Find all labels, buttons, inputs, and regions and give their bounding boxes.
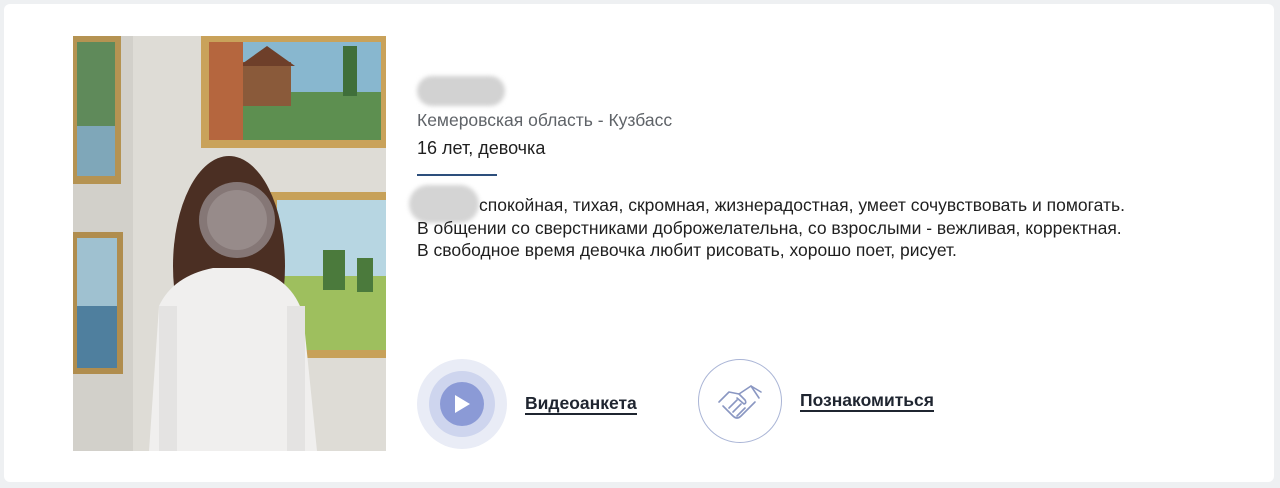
profile-photo <box>73 36 386 451</box>
get-acquainted-button[interactable]: Познакомиться <box>698 359 935 443</box>
region-label: Кемеровская область - Кузбасс <box>417 110 673 130</box>
play-icon[interactable] <box>417 359 507 449</box>
age-gender-label: 16 лет, девочка <box>417 138 546 158</box>
divider <box>417 174 497 176</box>
video-profile-button[interactable]: Видеоанкета <box>417 359 637 449</box>
handshake-icon[interactable] <box>698 359 782 443</box>
name-redacted <box>417 76 505 106</box>
profile-description: спокойная, тихая, скромная, жизнерадостн… <box>417 195 1125 260</box>
video-profile-link[interactable]: Видеоанкета <box>525 393 637 415</box>
child-profile-card: Кемеровская область - Кузбасс 16 лет, де… <box>4 4 1274 482</box>
get-acquainted-link[interactable]: Познакомиться <box>800 390 935 412</box>
